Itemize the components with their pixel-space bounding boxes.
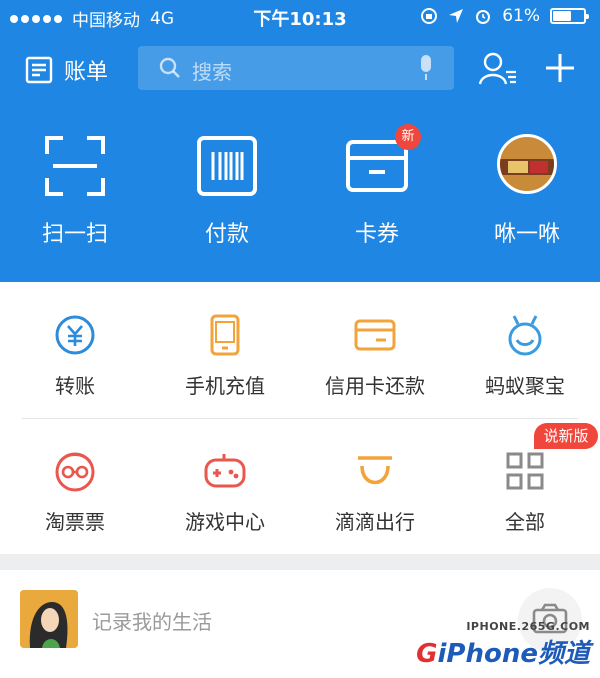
ant-icon [508, 315, 542, 356]
coupons-label: 卡券 [354, 222, 399, 247]
status-bar: 中国移动 4G 下午10:13 61% [0, 0, 600, 34]
game-center-button[interactable]: 游戏中心 [150, 448, 300, 535]
search-input[interactable]: 搜索 [138, 46, 454, 90]
rotation-lock-icon [421, 8, 438, 24]
user-avatar[interactable] [20, 590, 78, 648]
watermark-logo: iPhone频道 [437, 639, 590, 669]
pay-label: 付款 [204, 222, 249, 247]
phone-recharge-label: 手机充值 [185, 374, 265, 398]
barcode-icon [197, 136, 257, 196]
xiu-button[interactable]: 咻一咻 [452, 134, 600, 248]
didi-label: 滴滴出行 [335, 510, 415, 534]
battery-percent: 61% [502, 6, 540, 26]
credit-card-label: 信用卡还款 [325, 374, 425, 398]
didi-icon [358, 456, 392, 485]
avatar-illustration-icon [20, 590, 78, 648]
credit-card-icon [354, 319, 396, 351]
xiu-label: 咻一咻 [493, 222, 560, 247]
bill-button[interactable]: 账单 [24, 54, 108, 86]
search-icon [159, 57, 180, 78]
add-icon[interactable] [544, 52, 576, 84]
contacts-icon[interactable] [478, 52, 518, 86]
grid-divider [22, 418, 578, 419]
transfer-label: 转账 [55, 374, 95, 398]
taopiaopiao-button[interactable]: 淘票票 [0, 448, 150, 535]
pay-button[interactable]: 付款 [152, 134, 302, 248]
watermark-g: G [416, 639, 438, 669]
scan-icon [45, 136, 105, 196]
glasses-face-icon [55, 452, 95, 492]
watermark: IPHONE.265G.COM GiPhone频道 [416, 620, 590, 670]
ant-fortune-button[interactable]: 蚂蚁聚宝 [450, 312, 600, 399]
xiu-avatar-image [497, 134, 557, 194]
search-placeholder: 搜索 [192, 60, 232, 84]
post-placeholder: 记录我的生活 [92, 610, 212, 634]
location-arrow-icon [449, 9, 464, 23]
all-label: 全部 [505, 510, 545, 534]
scan-button[interactable]: 扫一扫 [0, 134, 150, 248]
new-version-badge[interactable]: 说新版 [534, 423, 598, 449]
bill-label: 账单 [64, 60, 109, 85]
microphone-icon[interactable] [418, 54, 434, 82]
credit-card-button[interactable]: 信用卡还款 [300, 312, 450, 399]
didi-button[interactable]: 滴滴出行 [300, 448, 450, 535]
taopiaopiao-label: 淘票票 [45, 510, 105, 534]
scan-label: 扫一扫 [41, 222, 108, 247]
ant-fortune-label: 蚂蚁聚宝 [485, 374, 565, 398]
transfer-icon [55, 315, 95, 355]
battery-icon [550, 8, 589, 24]
gamepad-icon [204, 454, 246, 488]
header-area: 中国移动 4G 下午10:13 61% 账单 搜索 扫一扫 付款 新 卡券 咻一… [0, 0, 600, 282]
bill-icon [25, 56, 53, 84]
function-grid: 转账 手机充值 信用卡还款 蚂蚁聚宝 淘票票 游戏中心 滴滴出行 全部 说新版 [0, 282, 600, 554]
all-button[interactable]: 全部 [450, 448, 600, 535]
coupons-button[interactable]: 新 卡券 [302, 124, 452, 248]
grid-icon [506, 452, 544, 490]
alarm-icon [476, 10, 491, 24]
game-center-label: 游戏中心 [185, 510, 265, 534]
battery-fill [553, 11, 572, 21]
new-badge: 新 [395, 124, 421, 150]
quick-actions: 扫一扫 付款 新 卡券 咻一咻 [0, 124, 600, 264]
transfer-button[interactable]: 转账 [0, 312, 150, 399]
phone-recharge-button[interactable]: 手机充值 [150, 312, 300, 399]
watermark-site: IPHONE.265G.COM [466, 620, 590, 633]
phone-icon [210, 314, 240, 356]
nav-bar: 账单 搜索 [0, 34, 600, 104]
